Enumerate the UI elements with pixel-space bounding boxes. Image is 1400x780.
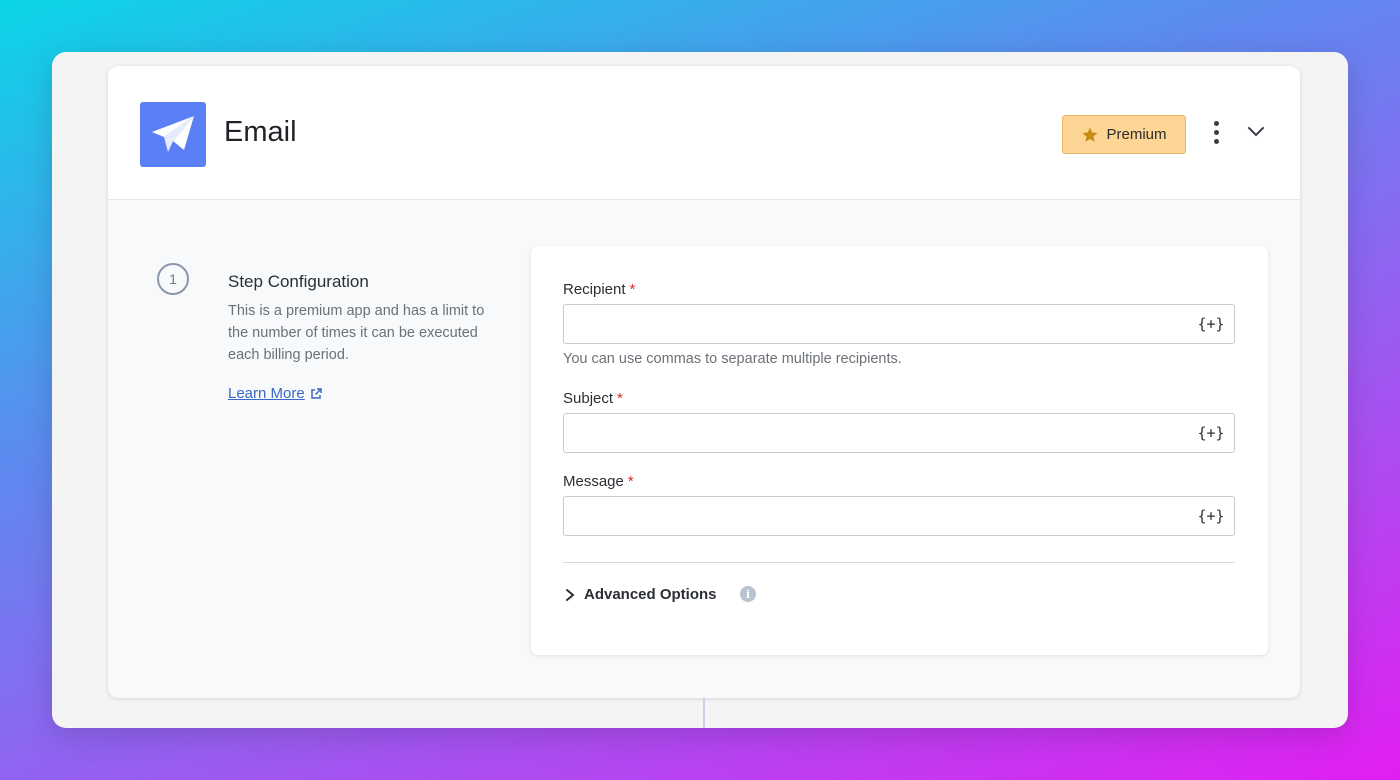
step-title: Step Configuration <box>228 272 369 291</box>
app-title: Email <box>224 116 297 148</box>
recipient-label: Recipient * <box>563 281 635 298</box>
kebab-menu-icon[interactable] <box>1204 118 1228 146</box>
advanced-options-label: Advanced Options <box>584 586 717 603</box>
config-form: Recipient * {+} You can use commas to sep… <box>531 246 1268 655</box>
recipient-insert-variable-button[interactable]: {+} <box>1191 308 1231 340</box>
chevron-down-icon[interactable] <box>1244 120 1268 144</box>
required-marker: * <box>617 390 623 407</box>
message-label: Message * <box>563 473 634 490</box>
subject-label: Subject * <box>563 390 623 407</box>
recipient-input[interactable] <box>563 304 1235 344</box>
subject-label-text: Subject <box>563 390 614 407</box>
subject-input[interactable] <box>563 413 1235 453</box>
paper-plane-icon <box>140 102 206 167</box>
message-label-text: Message <box>563 473 624 490</box>
divider <box>563 562 1235 563</box>
step-card: Email Premium 1 Step Configuration This … <box>108 66 1300 698</box>
advanced-options-toggle[interactable]: Advanced Options <box>565 586 717 603</box>
learn-more-label: Learn More <box>228 385 305 402</box>
chevron-right-icon <box>566 588 575 601</box>
step-connector-line <box>703 698 705 728</box>
star-icon <box>1082 127 1098 142</box>
recipient-help-text: You can use commas to separate multiple … <box>563 351 902 367</box>
window-frame: Email Premium 1 Step Configuration This … <box>52 52 1348 728</box>
message-input[interactable] <box>563 496 1235 536</box>
step-card-header: Email Premium <box>108 66 1300 200</box>
premium-badge[interactable]: Premium <box>1062 115 1186 154</box>
info-icon[interactable]: i <box>740 586 756 602</box>
external-link-icon <box>310 387 322 399</box>
learn-more-link[interactable]: Learn More <box>228 385 322 402</box>
premium-label: Premium <box>1106 126 1167 143</box>
step-description: This is a premium app and has a limit to… <box>228 303 485 363</box>
required-marker: * <box>629 281 636 298</box>
step-number-badge: 1 <box>157 263 189 295</box>
subject-insert-variable-button[interactable]: {+} <box>1191 417 1231 449</box>
recipient-label-text: Recipient <box>563 281 626 298</box>
required-marker: * <box>627 473 634 490</box>
message-insert-variable-button[interactable]: {+} <box>1191 500 1231 532</box>
